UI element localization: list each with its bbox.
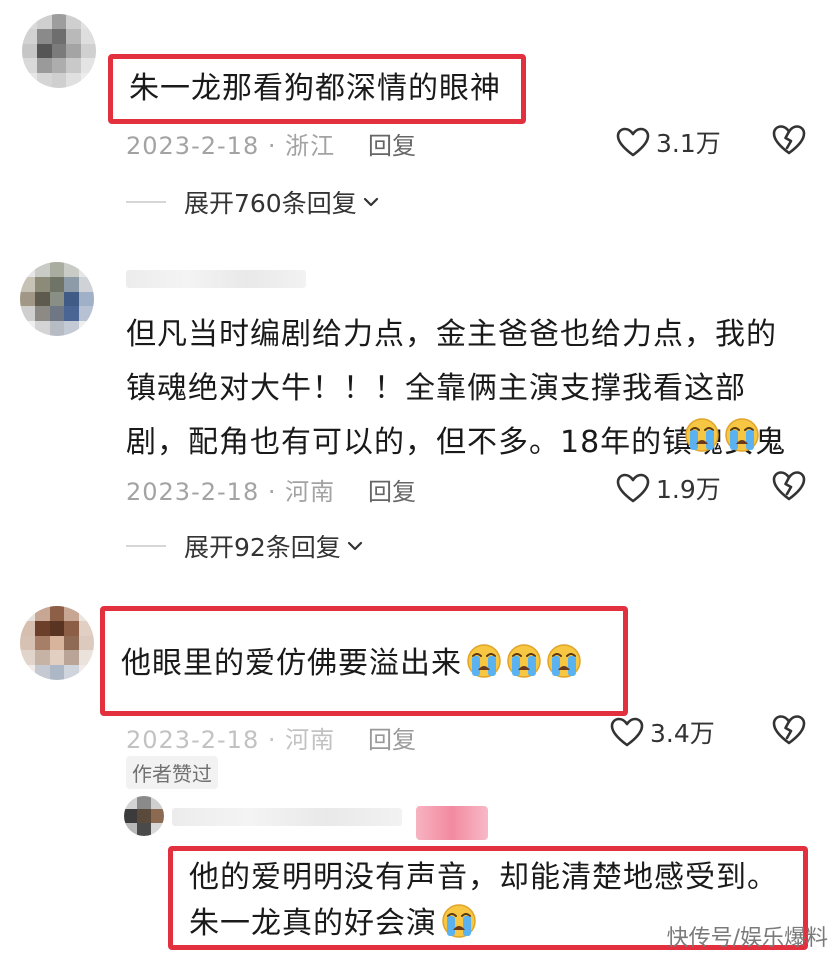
like-button[interactable]: 1.9万 <box>616 470 721 506</box>
loudly-crying-face-icon <box>466 643 502 679</box>
comment-text: 朱一龙那看狗都深情的眼神 <box>129 71 501 106</box>
heart-outline-icon <box>616 473 650 503</box>
expand-replies-button[interactable]: 展开92条回复 <box>126 528 363 564</box>
reply-tag-blurred <box>416 806 488 840</box>
comment-text: 他眼里的爱仿佛要溢出来 <box>121 631 582 691</box>
chevron-down-icon <box>363 197 379 207</box>
like-count: 3.4万 <box>650 719 715 748</box>
loudly-crying-face-icon <box>724 417 760 453</box>
broken-heart-icon[interactable] <box>772 714 806 746</box>
heart-outline-icon <box>616 127 650 157</box>
username-blurred <box>126 270 306 288</box>
like-button[interactable]: 3.1万 <box>616 124 721 160</box>
broken-heart-icon[interactable] <box>772 470 806 502</box>
expand-replies-button[interactable]: 展开760条回复 <box>126 184 379 220</box>
loudly-crying-face-icon <box>506 643 542 679</box>
like-button[interactable]: 3.4万 <box>610 714 715 750</box>
expand-replies-label: 展开760条回复 <box>184 189 357 218</box>
comment-meta: 2023-2-18 · 浙江 <box>126 132 336 160</box>
author-liked-badge: 作者赞过 <box>126 756 218 789</box>
reply-avatar[interactable] <box>124 796 164 836</box>
reply-button[interactable]: 回复 <box>368 720 416 755</box>
like-count: 1.9万 <box>656 475 721 504</box>
expand-replies-label: 展开92条回复 <box>184 533 341 562</box>
heart-outline-icon <box>610 717 644 747</box>
comment-meta: 2023-2-18 · 河南 <box>126 478 336 506</box>
loudly-crying-face-icon <box>684 417 720 453</box>
watermark: 快传号/娱乐爆料 <box>666 926 828 951</box>
divider <box>126 545 166 547</box>
comment-meta: 2023-2-18 · 河南 <box>126 726 336 754</box>
comment-3-highlight: 他眼里的爱仿佛要溢出来 <box>100 606 628 716</box>
reply-button[interactable]: 回复 <box>368 126 416 161</box>
loudly-crying-face-icon <box>441 903 477 939</box>
comment-text-content: 他眼里的爱仿佛要溢出来 <box>121 646 462 681</box>
like-count: 3.1万 <box>656 129 721 158</box>
chevron-down-icon <box>347 541 363 551</box>
avatar[interactable] <box>20 262 94 336</box>
loudly-crying-face-icon <box>546 643 582 679</box>
divider <box>126 201 166 203</box>
emoji-group <box>680 417 760 453</box>
broken-heart-icon[interactable] <box>772 124 806 156</box>
avatar[interactable] <box>22 14 96 88</box>
reply-username-blurred <box>172 808 402 826</box>
avatar[interactable] <box>20 606 94 680</box>
reply-button[interactable]: 回复 <box>368 472 416 507</box>
comment-1-highlight: 朱一龙那看狗都深情的眼神 <box>108 54 526 124</box>
